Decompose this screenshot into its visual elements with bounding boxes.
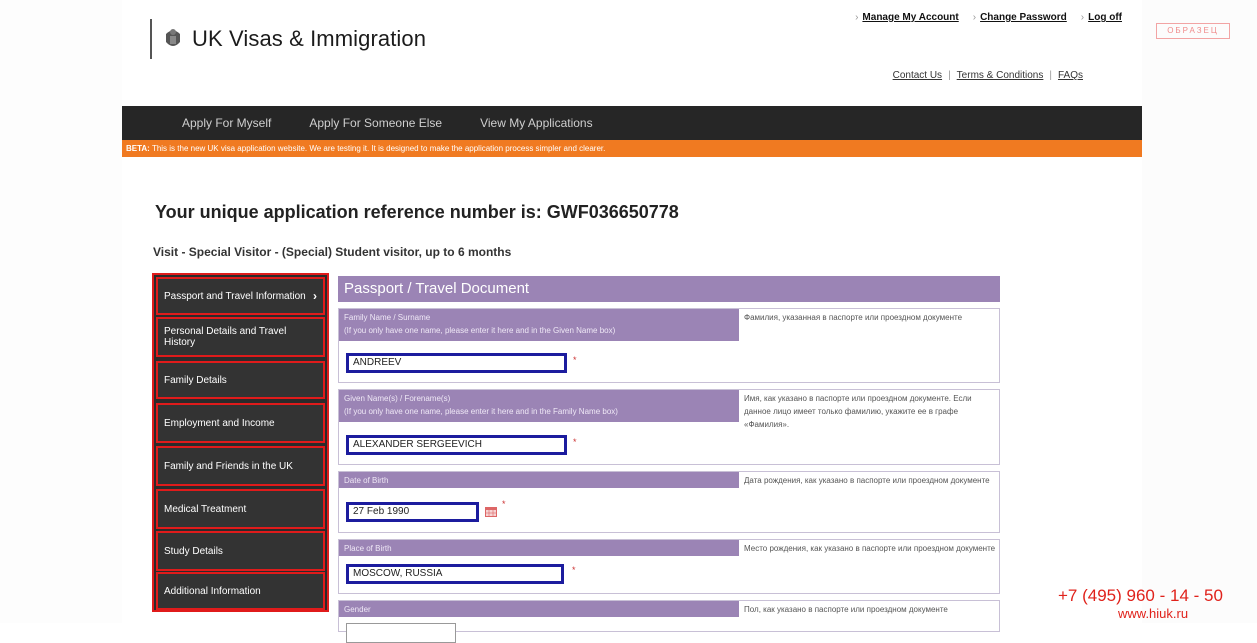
given-name-input[interactable]: ALEXANDER SERGEEVICH xyxy=(346,435,567,455)
family-name-sublabel: (If you only have one name, please enter… xyxy=(344,326,616,335)
sidebar-item-study-details[interactable]: Study Details xyxy=(156,531,325,571)
beta-text: This is the new UK visa application webs… xyxy=(151,144,606,153)
nav-apply-myself[interactable]: Apply For Myself xyxy=(182,116,271,130)
link-separator: | xyxy=(1049,70,1052,81)
form-section-title: Passport / Travel Document xyxy=(338,276,1000,302)
calendar-icon[interactable] xyxy=(485,506,497,517)
date-of-birth-input[interactable]: 27 Feb 1990 xyxy=(346,502,479,522)
arrow-icon: › xyxy=(972,12,977,23)
brand-title: UK Visas & Immigration xyxy=(192,26,427,51)
log-off-link[interactable]: Log off xyxy=(1088,12,1122,23)
chevron-right-icon: › xyxy=(313,289,317,303)
sidebar-item-label: Family Details xyxy=(164,374,227,386)
nav-apply-someone-else[interactable]: Apply For Someone Else xyxy=(309,116,442,130)
sidebar-item-passport-travel[interactable]: Passport and Travel Information › xyxy=(156,277,325,315)
sidebar-item-family-details[interactable]: Family Details xyxy=(156,361,325,399)
place-of-birth-section: Place of Birth Место рождения, как указа… xyxy=(338,539,1000,594)
sidebar-item-label: Employment and Income xyxy=(164,417,275,429)
family-name-label: Family Name / Surname xyxy=(344,313,431,322)
required-mark: * xyxy=(573,437,577,447)
beta-label: BETA: xyxy=(126,144,150,153)
page-margin-left xyxy=(0,0,122,623)
date-of-birth-label: Date of Birth xyxy=(339,472,739,488)
contact-us-link[interactable]: Contact Us xyxy=(893,70,942,81)
place-of-birth-input[interactable]: MOSCOW, RUSSIA xyxy=(346,564,564,584)
field-label: Family Name / Surname (If you only have … xyxy=(339,309,739,341)
faqs-link[interactable]: FAQs xyxy=(1058,70,1083,81)
change-password-link[interactable]: Change Password xyxy=(980,12,1067,23)
date-of-birth-section: Date of Birth Дата рождения, как указано… xyxy=(338,471,1000,533)
gender-hint: Пол, как указано в паспорте или проездно… xyxy=(744,605,948,614)
given-name-sublabel: (If you only have one name, please enter… xyxy=(344,407,618,416)
sidebar-item-personal-details[interactable]: Personal Details and Travel History xyxy=(156,317,325,357)
contact-phone: +7 (495) 960 - 14 - 50 xyxy=(1058,586,1223,605)
given-name-label: Given Name(s) / Forename(s) xyxy=(344,394,451,403)
page-margin-right xyxy=(1142,0,1257,623)
account-links: › Manage My Account › Change Password › Log… xyxy=(855,12,1122,23)
gender-select[interactable] xyxy=(346,623,456,643)
reference-title: Your unique application reference number… xyxy=(155,202,679,222)
brand-divider xyxy=(150,19,152,59)
manage-account-link[interactable]: Manage My Account xyxy=(862,12,958,23)
beta-banner: BETA: This is the new UK visa applicatio… xyxy=(122,140,1142,157)
arrow-icon: › xyxy=(855,12,859,23)
required-mark: * xyxy=(502,499,506,509)
given-name-hint: Имя, как указано в паспорте или проездно… xyxy=(744,394,972,429)
required-mark: * xyxy=(572,565,576,575)
sample-stamp: ОБРАЗЕЦ xyxy=(1156,23,1230,39)
sidebar-item-label: Study Details xyxy=(164,545,223,557)
required-mark: * xyxy=(573,355,577,365)
sidebar-item-label: Family and Friends in the UK xyxy=(164,460,293,472)
nav-view-applications[interactable]: View My Applications xyxy=(480,116,593,130)
gender-section: Gender Пол, как указано в паспорте или п… xyxy=(338,600,1000,643)
sidebar-item-label: Passport and Travel Information xyxy=(164,290,306,302)
site-brand[interactable]: UK Visas & Immigration xyxy=(150,18,426,60)
application-sections-sidebar: Passport and Travel Information › Person… xyxy=(152,273,329,612)
place-of-birth-hint: Место рождения, как указано в паспорте и… xyxy=(744,544,996,553)
sidebar-item-family-friends-uk[interactable]: Family and Friends in the UK xyxy=(156,446,325,486)
help-links: Contact Us | Terms & Conditions | FAQs xyxy=(893,70,1083,81)
date-of-birth-hint: Дата рождения, как указано в паспорте ил… xyxy=(744,476,990,485)
sidebar-item-medical-treatment[interactable]: Medical Treatment xyxy=(156,489,325,529)
contact-website[interactable]: www.hiuk.ru xyxy=(1118,606,1188,621)
sidebar-item-label: Additional Information xyxy=(164,585,261,597)
given-name-section: Given Name(s) / Forename(s) (If you only… xyxy=(338,389,1000,465)
royal-crest-icon xyxy=(166,29,180,46)
sidebar-item-label: Medical Treatment xyxy=(164,503,247,515)
visa-type-title: Visit - Special Visitor - (Special) Stud… xyxy=(153,245,512,259)
place-of-birth-label: Place of Birth xyxy=(339,540,739,556)
sidebar-item-label: Personal Details and Travel History xyxy=(164,326,287,348)
family-name-hint: Фамилия, указанная в паспорте или проезд… xyxy=(744,313,963,322)
sidebar-item-employment-income[interactable]: Employment and Income xyxy=(156,403,325,443)
terms-link[interactable]: Terms & Conditions xyxy=(957,70,1044,81)
field-label: Given Name(s) / Forename(s) (If you only… xyxy=(339,390,739,422)
arrow-icon: › xyxy=(1080,12,1085,23)
family-name-input[interactable]: ANDREEV xyxy=(346,353,567,373)
family-name-section: Family Name / Surname (If you only have … xyxy=(338,308,1000,383)
link-separator: | xyxy=(948,70,951,81)
passport-form: Passport / Travel Document Family Name /… xyxy=(338,276,1000,643)
sidebar-item-additional-information[interactable]: Additional Information xyxy=(156,572,325,610)
gender-label: Gender xyxy=(339,601,739,617)
main-nav: Apply For Myself Apply For Someone Else … xyxy=(122,106,1142,140)
